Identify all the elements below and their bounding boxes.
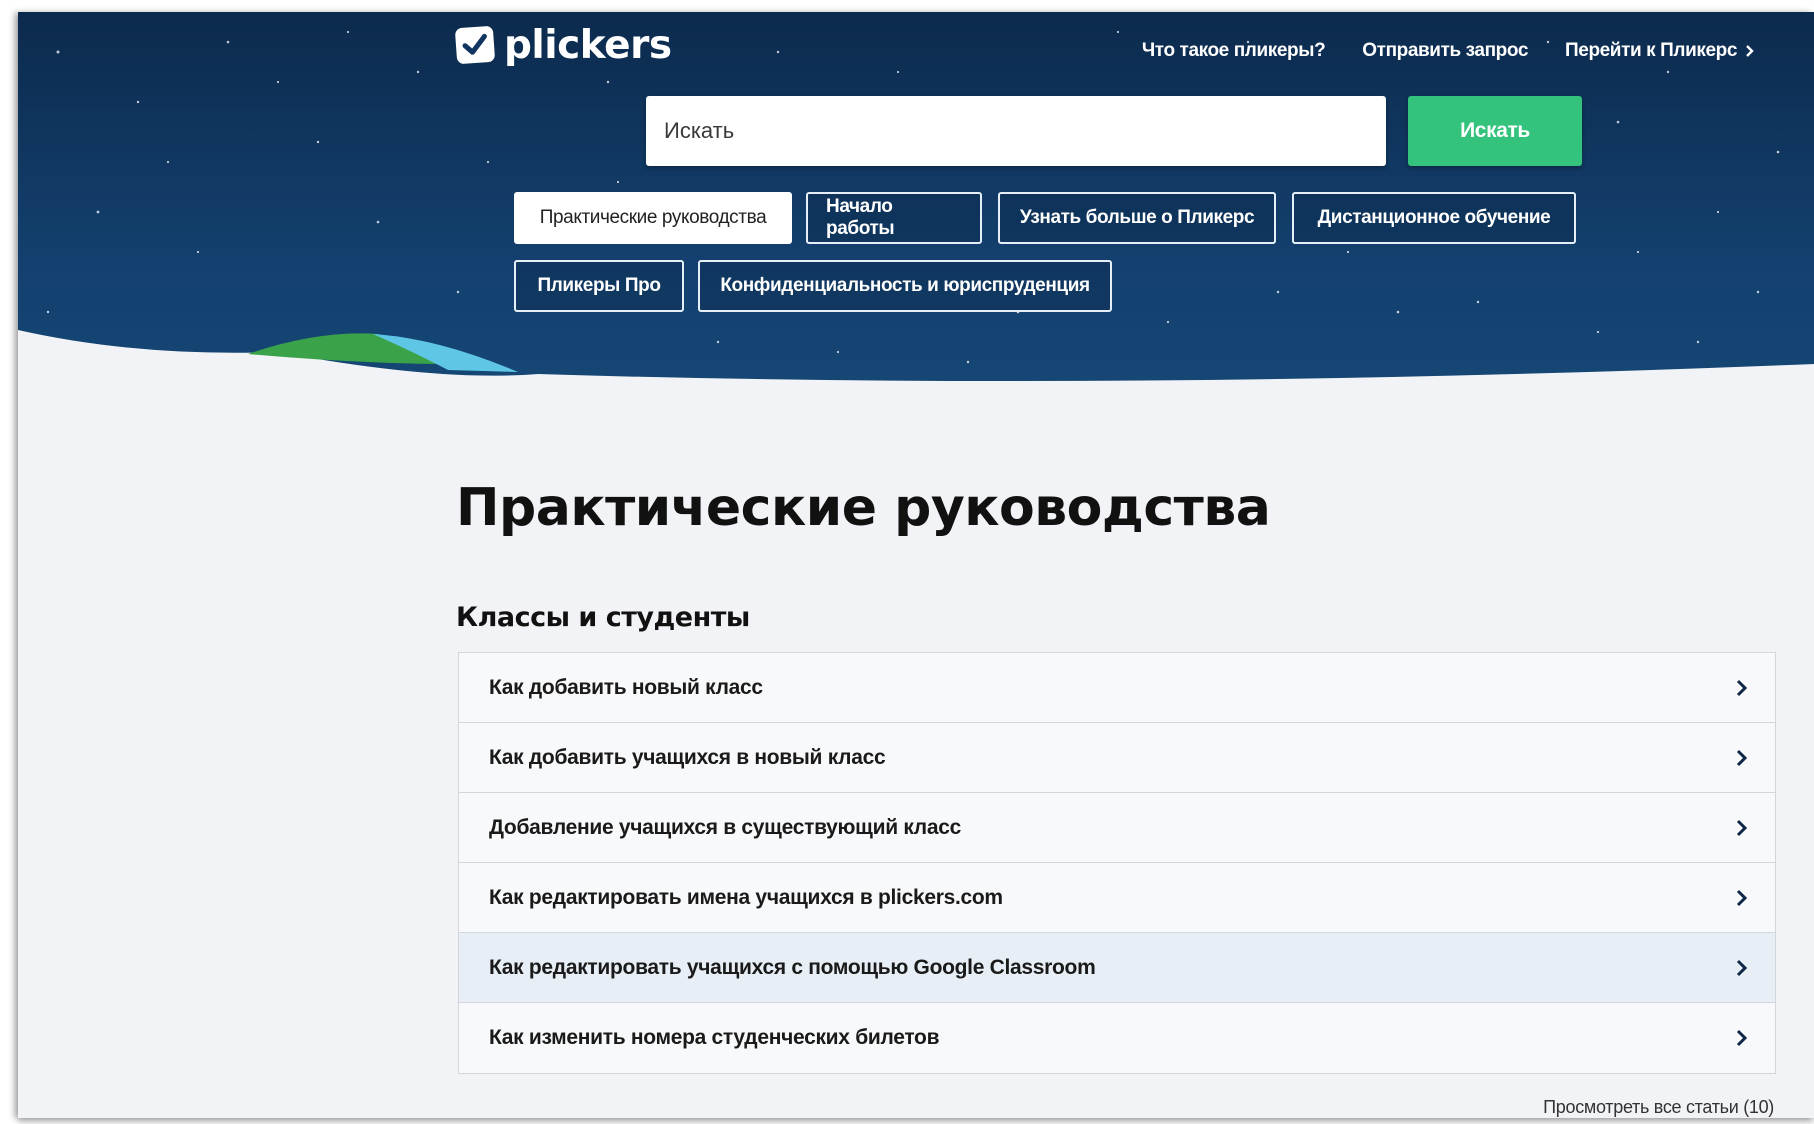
category-label: Пликеры Про bbox=[537, 275, 661, 296]
nav-link-submit-request[interactable]: Отправить запрос bbox=[1362, 40, 1528, 62]
category-label: Практические руководства bbox=[539, 207, 767, 228]
category-getting-started[interactable]: Начало работы bbox=[806, 192, 982, 244]
view-all-articles-link[interactable]: Просмотреть все статьи (10) bbox=[1543, 1097, 1774, 1118]
article-list: Как добавить новый класс Как добавить уч… bbox=[458, 652, 1776, 1074]
article-row[interactable]: Добавление учащихся в существующий класс bbox=[459, 793, 1775, 863]
article-label: Добавление учащихся в существующий класс bbox=[489, 815, 961, 839]
chevron-right-icon bbox=[1736, 749, 1748, 766]
chevron-right-icon bbox=[1736, 819, 1748, 836]
nav-link-what-is-plickers[interactable]: Что такое пликеры? bbox=[1141, 40, 1326, 62]
search-input[interactable] bbox=[646, 96, 1386, 166]
category-plickers-pro[interactable]: Пликеры Про bbox=[514, 260, 684, 312]
chevron-right-icon bbox=[1736, 959, 1748, 976]
category-practical-guides[interactable]: Практические руководства bbox=[514, 192, 792, 244]
chevron-right-icon bbox=[1736, 889, 1748, 906]
nav-link-label: Перейти к Пликерс bbox=[1565, 40, 1737, 61]
chevron-right-icon bbox=[1746, 45, 1754, 57]
browser-viewport: plickers Что такое пликеры? Отправить за… bbox=[18, 12, 1814, 1118]
checkbox-logo-icon bbox=[454, 25, 496, 65]
article-row[interactable]: Как добавить учащихся в новый класс bbox=[459, 723, 1775, 793]
chevron-right-icon bbox=[1736, 679, 1748, 696]
category-privacy-legal[interactable]: Конфиденциальность и юриспруденция bbox=[698, 260, 1112, 312]
category-distance-learning[interactable]: Дистанционное обучение bbox=[1292, 192, 1576, 244]
nav-link-label: Отправить запрос bbox=[1362, 40, 1529, 61]
hero-banner: plickers Что такое пликеры? Отправить за… bbox=[18, 12, 1814, 422]
nav-link-go-to-plickers[interactable]: Перейти к Пликерс bbox=[1565, 40, 1754, 62]
category-label: Начало работы bbox=[826, 196, 895, 239]
article-row[interactable]: Как изменить номера студенческих билетов bbox=[459, 1003, 1775, 1073]
search-button[interactable]: Искать bbox=[1408, 96, 1582, 166]
article-row[interactable]: Как добавить новый класс bbox=[459, 653, 1775, 723]
page-title: Практические руководства bbox=[456, 478, 1271, 538]
nav-link-label: Что такое пликеры? bbox=[1141, 40, 1326, 61]
section-title: Классы и студенты bbox=[456, 602, 750, 633]
article-label: Как добавить учащихся в новый класс bbox=[489, 745, 886, 769]
category-label: Узнать больше о Пликерс bbox=[1019, 207, 1255, 228]
article-row[interactable]: Как редактировать учащихся с помощью Goo… bbox=[459, 933, 1775, 1003]
brand-name: plickers bbox=[504, 22, 672, 68]
top-navigation: Что такое пликеры? Отправить запрос Пере… bbox=[1142, 40, 1754, 62]
article-label: Как изменить номера студенческих билетов bbox=[489, 1026, 940, 1049]
article-label: Как редактировать имена учащихся в plick… bbox=[489, 885, 1003, 909]
article-label: Как редактировать учащихся с помощью Goo… bbox=[489, 955, 1096, 979]
article-label: Как добавить новый класс bbox=[489, 675, 763, 699]
category-label: Дистанционное обучение bbox=[1317, 207, 1551, 228]
chevron-right-icon bbox=[1736, 1029, 1748, 1047]
article-row[interactable]: Как редактировать имена учащихся в plick… bbox=[459, 863, 1775, 933]
category-learn-more[interactable]: Узнать больше о Пликерс bbox=[998, 192, 1276, 244]
plickers-logo[interactable]: plickers bbox=[454, 20, 672, 70]
category-label: Конфиденциальность и юриспруденция bbox=[720, 275, 1090, 296]
